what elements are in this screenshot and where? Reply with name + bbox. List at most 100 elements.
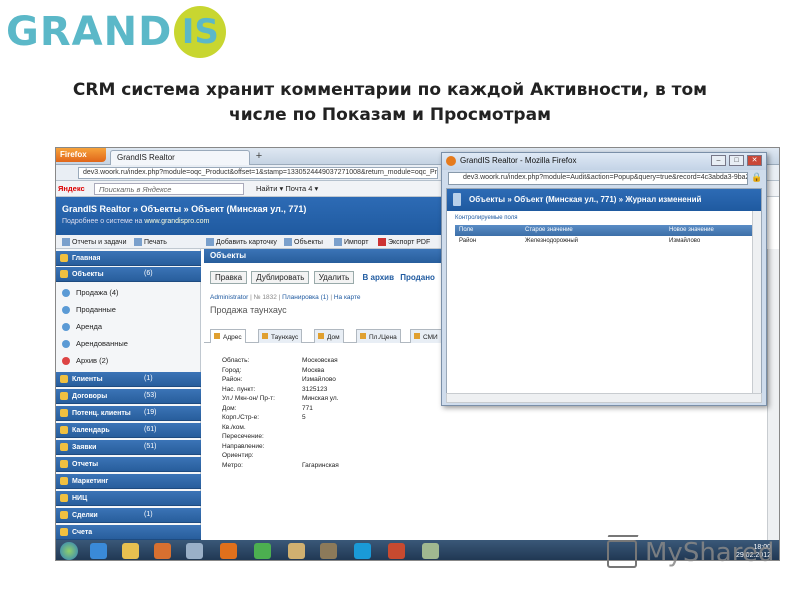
yandex-search-input[interactable]: Поискать в Яндексе: [94, 183, 244, 195]
edit-button[interactable]: Правка: [210, 271, 248, 284]
firefox-icon: [446, 156, 456, 166]
sidebar-item-count: (1): [144, 511, 153, 518]
sidebar-item-count: (61): [144, 426, 157, 433]
app-about: Подробнее о системе на www.grandispro.co…: [62, 218, 209, 225]
reports-button[interactable]: Отчеты и задачи: [62, 238, 126, 246]
import-button[interactable]: Импорт: [334, 238, 368, 246]
sidebar-item-marketing[interactable]: Маркетинг: [56, 474, 201, 489]
headline: CRM система хранит комментарии по каждой…: [40, 78, 740, 128]
headline-line-1: CRM система хранит комментарии по каждой…: [72, 80, 708, 100]
page-scrollbar[interactable]: [767, 249, 779, 560]
sidebar-subitem-label: Арендованные: [76, 339, 128, 348]
sidebar-item-reports[interactable]: Отчеты: [56, 457, 201, 472]
objects-button[interactable]: Объекты: [284, 238, 323, 246]
deals-icon: [60, 511, 68, 519]
user-link[interactable]: Administrator: [210, 294, 248, 301]
sidebar-item-count: (51): [144, 443, 157, 450]
print-button[interactable]: Печать: [134, 238, 167, 246]
add-card-button[interactable]: Добавить карточку: [206, 238, 277, 246]
field-value: Москва: [302, 366, 325, 374]
sidebar-item-contracts[interactable]: Договоры (53): [56, 389, 201, 404]
add-card-icon: [206, 238, 214, 246]
tab-label: Адрес: [223, 334, 242, 341]
start-button-icon[interactable]: [60, 542, 78, 560]
sold-link[interactable]: Продано: [400, 273, 435, 282]
new-tab-button[interactable]: +: [252, 150, 266, 164]
app-breadcrumb: GrandIS Realtor » Объекты » Объект (Минс…: [62, 204, 307, 214]
powerpoint-icon[interactable]: [388, 543, 405, 559]
table-cell: Измайлово: [669, 238, 701, 244]
field-label: Дом:: [222, 404, 237, 412]
archive-link[interactable]: В архив: [363, 273, 395, 282]
field-label: Область:: [222, 357, 250, 364]
tab-media[interactable]: СМИ: [410, 329, 442, 343]
chrome-icon[interactable]: [254, 543, 271, 559]
rented-icon: [62, 340, 70, 349]
invoices-icon: [60, 528, 68, 536]
popup-horizontal-scrollbar[interactable]: [446, 393, 762, 403]
print-label: Печать: [144, 238, 167, 246]
record-info: Administrator | № 1832 | Планировка (1) …: [210, 294, 361, 301]
sidebar-item-requests[interactable]: Заявки (51): [56, 440, 201, 455]
sidebar-item-deals[interactable]: Сделки (1): [56, 508, 201, 523]
sidebar-subitem-rent[interactable]: Аренда: [56, 318, 201, 335]
close-button[interactable]: ✕: [747, 155, 762, 166]
record-subtitle: Продажа таунхаус: [210, 305, 287, 315]
sidebar-item-clients[interactable]: Клиенты (1): [56, 372, 201, 387]
objects-label: Объекты: [294, 238, 323, 246]
popup-address-bar[interactable]: dev3.woork.ru/index.php?module=Audit&act…: [448, 172, 748, 185]
tab-townhouse[interactable]: Таунхаус: [258, 329, 303, 343]
skype-icon[interactable]: [354, 543, 371, 559]
sidebar-subitem-label: Аренда: [76, 322, 103, 331]
add-card-label: Добавить карточку: [216, 238, 277, 246]
export-pdf-button[interactable]: Экспорт PDF: [378, 238, 430, 246]
sidebar-item-calendar[interactable]: Календарь (61): [56, 423, 201, 438]
ie-icon[interactable]: [90, 543, 107, 559]
browser-tab[interactable]: GrandIS Realtor: [110, 150, 250, 165]
about-link[interactable]: www.grandispro.com: [144, 218, 209, 225]
sidebar-item-main[interactable]: Главная: [56, 251, 201, 266]
sidebar-subitem-sold[interactable]: Проданные: [56, 301, 201, 318]
objects-icon: [60, 270, 68, 278]
price-icon: [360, 333, 366, 339]
tab-label: Пл./Цена: [369, 334, 397, 341]
sidebar-item-invoices[interactable]: Счета: [56, 525, 201, 540]
sidebar-subitem-sale[interactable]: Продажа (4): [56, 284, 201, 301]
duplicate-button[interactable]: Дублировать: [251, 271, 310, 284]
firefox-menu-button[interactable]: Firefox: [56, 148, 106, 162]
popup-scrollbar[interactable]: [752, 211, 761, 401]
leads-icon: [60, 409, 68, 417]
sidebar-item-count: (19): [144, 409, 157, 416]
sidebar-item-leads[interactable]: Потенц. клиенты (19): [56, 406, 201, 421]
app-icon[interactable]: [288, 543, 305, 559]
delete-button[interactable]: Удалить: [313, 271, 355, 284]
table-row: Район Железнодорожный Измайлово: [455, 236, 755, 247]
yandex-logo[interactable]: Яндекс: [58, 184, 85, 193]
media-player-icon[interactable]: [154, 543, 171, 559]
tab-house[interactable]: Дом: [314, 329, 344, 343]
sidebar-subitem-archive[interactable]: Архив (2): [56, 352, 201, 369]
tab-address[interactable]: Адрес: [210, 329, 246, 343]
document-icon[interactable]: [186, 543, 203, 559]
notes-icon[interactable]: [320, 543, 337, 559]
field-value: 5: [302, 414, 306, 421]
tab-area-price[interactable]: Пл./Цена: [356, 329, 401, 343]
map-link[interactable]: На карте: [334, 294, 361, 301]
firefox-icon[interactable]: [220, 543, 237, 559]
maximize-button[interactable]: □: [729, 155, 744, 166]
yandex-menu[interactable]: Найти ▾ Почта 4 ▾: [256, 184, 318, 193]
sidebar-subitem-rented[interactable]: Арендованные: [56, 335, 201, 352]
sidebar-item-label: Заявки: [72, 443, 97, 451]
sidebar-item-objects[interactable]: Объекты (6): [56, 267, 201, 282]
field-value: Измайлово: [302, 376, 336, 383]
address-bar[interactable]: dev3.woork.ru/index.php?module=oqc_Produ…: [78, 167, 438, 179]
sidebar-item-label: НИЦ: [72, 494, 88, 502]
logo-circle-text: IS: [181, 12, 219, 52]
explorer-icon[interactable]: [122, 543, 139, 559]
sidebar-item-label: Объекты: [72, 270, 104, 278]
plan-link[interactable]: Планировка (1): [282, 294, 328, 301]
sidebar-item-nic[interactable]: НИЦ: [56, 491, 201, 506]
paint-icon[interactable]: [422, 543, 439, 559]
popup-body: Объекты » Объект (Минская ул., 771) » Жу…: [446, 188, 762, 401]
minimize-button[interactable]: –: [711, 155, 726, 166]
